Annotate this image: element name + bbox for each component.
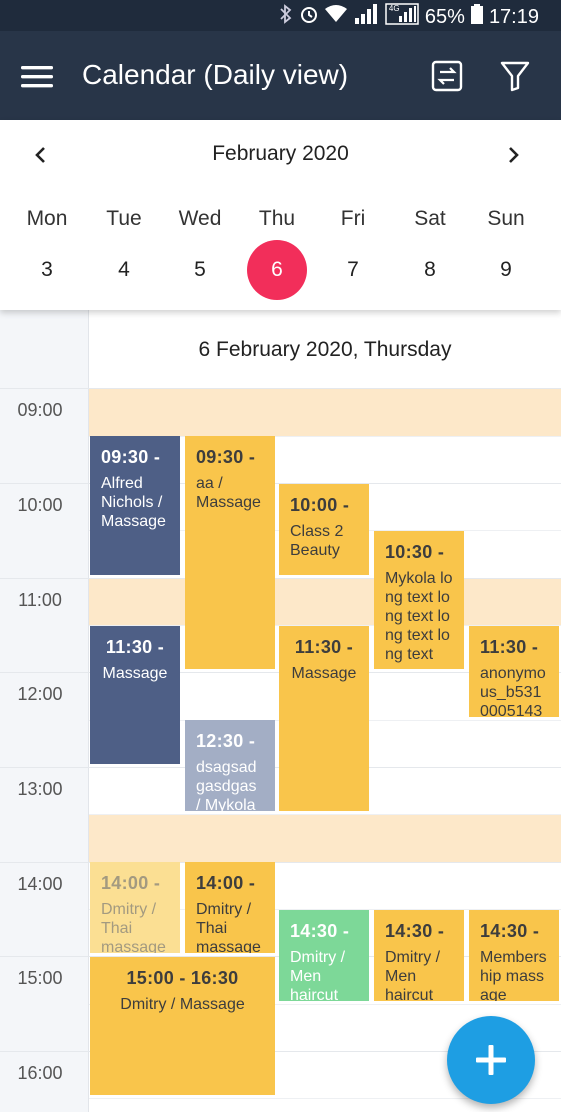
- add-event-button[interactable]: [447, 1016, 535, 1104]
- day-name-sun: Sun: [487, 207, 525, 230]
- event-card[interactable]: 10:30 - Mykola long text long text long …: [374, 531, 464, 669]
- event-time: 11:30 -: [294, 637, 354, 657]
- next-month-button[interactable]: [499, 140, 529, 170]
- event-time: 11:30 -: [105, 637, 165, 657]
- month-label: February 2020: [212, 142, 349, 165]
- event-description: Alfred Nichols / Massage: [101, 475, 166, 530]
- event-card[interactable]: 09:30 - Alfred Nichols / Massage: [90, 436, 180, 575]
- event-card[interactable]: 14:30 - Dmitry / Men haircut: [374, 910, 464, 1001]
- event-description: Massage: [291, 665, 357, 682]
- event-description: Class 2 Beauty: [290, 523, 344, 559]
- event-card[interactable]: 14:30 - Dmitry / Men haircut: [279, 910, 369, 1001]
- event-card[interactable]: 10:00 - Class 2 Beauty: [279, 484, 369, 575]
- event-description: Dmitry / Men haircut: [385, 949, 441, 1001]
- event-card[interactable]: 12:30 - dsagsad gasdgas / Mykola: [185, 720, 275, 811]
- chevron-right-icon: [509, 147, 519, 163]
- event-description: anonymous_b531 0005143: [480, 665, 546, 717]
- event-time: 09:30 -: [196, 447, 256, 467]
- day-name-thu: Thu: [258, 207, 296, 230]
- day-3[interactable]: 3: [17, 240, 77, 300]
- event-card[interactable]: 11:30 - Massage: [90, 626, 180, 764]
- day-9[interactable]: 9: [476, 240, 536, 300]
- event-card[interactable]: 15:00 - 16:30 Dmitry / Massage: [90, 957, 275, 1095]
- day-name-wed: Wed: [178, 207, 222, 230]
- event-card[interactable]: 14:30 - Membership massage: [469, 910, 559, 1001]
- event-time: 09:30 -: [101, 447, 161, 467]
- event-description: Massage: [102, 665, 168, 682]
- event-card[interactable]: 11:30 - anonymous_b531 0005143: [469, 626, 559, 717]
- day-5[interactable]: 5: [170, 240, 230, 300]
- day-name-tue: Tue: [106, 207, 142, 230]
- event-time: 15:00 - 16:30: [126, 968, 239, 988]
- day-name-sat: Sat: [414, 207, 446, 230]
- event-time: 14:00 -: [101, 873, 161, 893]
- add-icon: [476, 1045, 506, 1075]
- event-time: 11:30 -: [480, 637, 539, 657]
- event-card[interactable]: 14:00 - Dmitry / Thai massage: [185, 862, 275, 953]
- day-7[interactable]: 7: [323, 240, 383, 300]
- event-description: dsagsad gasdgas / Mykola: [196, 759, 257, 811]
- event-description: Mykola long text long text long text lon…: [385, 570, 453, 663]
- event-description: aa / Massage: [196, 475, 261, 511]
- week-selector: February 2020 Mon Tue Wed Thu Fri Sat Su…: [0, 120, 561, 310]
- day-4[interactable]: 4: [94, 240, 154, 300]
- event-description: Dmitry / Thai massage: [196, 901, 261, 953]
- event-card[interactable]: 14:00 - Dmitry / Thai massage: [90, 862, 180, 953]
- event-time: 10:30 -: [385, 542, 445, 562]
- event-time: 10:00 -: [290, 495, 350, 515]
- day-8[interactable]: 8: [400, 240, 460, 300]
- day-6-selected[interactable]: 6: [247, 240, 307, 300]
- event-card[interactable]: 11:30 - Massage: [279, 626, 369, 811]
- event-time: 14:00 -: [196, 873, 256, 893]
- event-description: Dmitry / Thai massage: [101, 901, 166, 953]
- event-description: Membership massage: [480, 949, 547, 1001]
- event-description: Dmitry / Massage: [120, 996, 245, 1013]
- event-card[interactable]: 09:30 - aa / Massage: [185, 436, 275, 669]
- event-time: 14:30 -: [385, 921, 445, 941]
- event-time: 14:30 -: [290, 921, 350, 941]
- event-time: 12:30 -: [196, 731, 256, 751]
- day-name-mon: Mon: [26, 207, 68, 230]
- event-time: 14:30 -: [480, 921, 540, 941]
- day-name-fri: Fri: [340, 207, 366, 230]
- event-description: Dmitry / Men haircut: [290, 949, 346, 1001]
